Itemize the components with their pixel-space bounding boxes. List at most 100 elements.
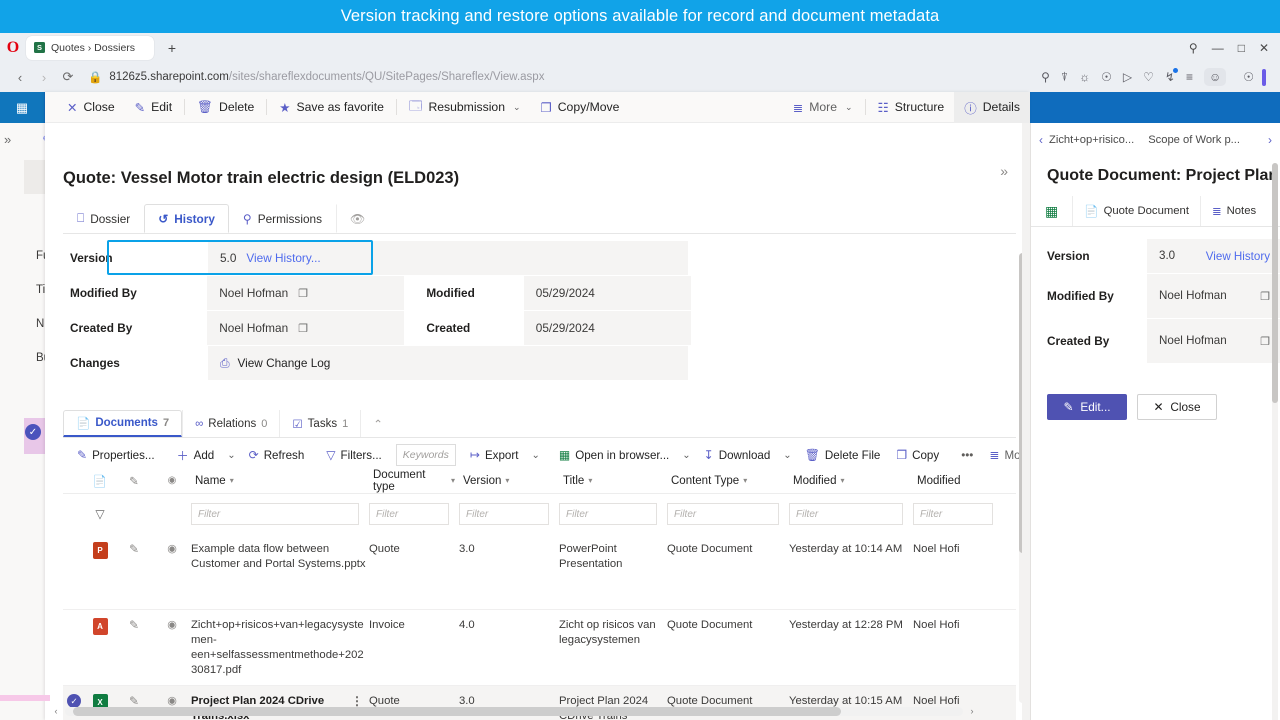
tab-history[interactable]: ↺ History bbox=[144, 204, 229, 233]
copy-icon[interactable]: ❐ bbox=[298, 322, 308, 335]
filter-input-title[interactable]: Filter bbox=[559, 503, 657, 525]
scroll-right-arrow-icon[interactable]: › bbox=[966, 706, 978, 716]
copy-icon[interactable]: ❐ bbox=[1260, 335, 1270, 348]
row-name[interactable]: Example data flow between Customer and P… bbox=[191, 542, 369, 572]
tab-hidden[interactable]: 👁 bbox=[335, 204, 379, 233]
pencil-icon[interactable]: ✎ bbox=[129, 542, 139, 556]
browser-tab[interactable]: S Quotes › Dossiers bbox=[26, 35, 154, 60]
previous-item-label[interactable]: Zicht+op+risico... bbox=[1049, 134, 1134, 146]
more-button[interactable]: ≣ More ⌄ bbox=[783, 92, 863, 123]
table-horizontal-scrollbar[interactable]: ‹ › bbox=[50, 704, 978, 718]
export-button[interactable]: ↦ Export bbox=[462, 442, 527, 468]
address-bar[interactable]: 🔒 8126z5.sharepoint.com/sites/shareflexd… bbox=[80, 66, 1041, 88]
tab-dossier[interactable]: ⎕ Dossier bbox=[63, 204, 144, 233]
reload-button[interactable]: ⟳ bbox=[56, 65, 80, 89]
delete-button[interactable]: 🗑 Delete bbox=[187, 92, 264, 123]
back-button[interactable]: ‹ bbox=[8, 65, 32, 89]
tab-tasks[interactable]: ☑ Tasks 1 bbox=[279, 410, 360, 437]
copy-icon[interactable]: ❐ bbox=[298, 287, 308, 300]
forward-button[interactable]: › bbox=[32, 65, 56, 89]
open-in-browser-chevron-icon[interactable]: ⌄ bbox=[677, 442, 695, 468]
download-button[interactable]: ↧ Download bbox=[696, 442, 779, 468]
heart-icon[interactable]: ♡ bbox=[1143, 70, 1154, 84]
eye-icon[interactable]: ◉ bbox=[167, 542, 177, 555]
maximize-button[interactable]: □ bbox=[1238, 41, 1245, 55]
refresh-button[interactable]: ⟳ Refresh bbox=[241, 442, 313, 468]
close-button[interactable]: ✕ Close bbox=[57, 92, 125, 123]
next-item-icon[interactable]: › bbox=[1268, 133, 1272, 147]
overflow-button[interactable]: ••• bbox=[953, 442, 981, 468]
export-dropdown-chevron-icon[interactable]: ⌄ bbox=[526, 442, 544, 468]
shield-icon[interactable]: ☉ bbox=[1101, 70, 1112, 84]
col-name[interactable]: Name ▾ bbox=[191, 467, 369, 495]
filter-input-version[interactable]: Filter bbox=[459, 503, 549, 525]
previous-item-icon[interactable]: ‹ bbox=[1039, 133, 1043, 147]
download-chevron-icon[interactable]: ⌄ bbox=[778, 442, 796, 468]
col-content-type[interactable]: Content Type ▾ bbox=[667, 467, 789, 495]
row-edit-cell[interactable]: ✎ bbox=[115, 542, 153, 556]
tab-relations[interactable]: ∞ Relations 0 bbox=[182, 410, 279, 437]
details-edit-button[interactable]: ✎ Edit... bbox=[1047, 394, 1127, 420]
details-vertical-scrollbar[interactable] bbox=[1272, 163, 1278, 720]
col-document-type[interactable]: Document type ▾ bbox=[369, 461, 459, 501]
tab-permissions[interactable]: ⚲ Permissions bbox=[229, 204, 336, 233]
details-close-button[interactable]: ✕ Close bbox=[1137, 394, 1217, 420]
next-item-label[interactable]: Scope of Work p... bbox=[1148, 134, 1240, 146]
row-preview-cell[interactable]: ◉ bbox=[153, 542, 191, 555]
filter-input-modified[interactable]: Filter bbox=[789, 503, 903, 525]
filter-input-content-type[interactable]: Filter bbox=[667, 503, 779, 525]
waffle-icon[interactable]: ▦ bbox=[0, 92, 44, 123]
row-name[interactable]: Zicht+op+risicos+van+legacysystemen-een+… bbox=[191, 618, 369, 678]
row-edit-cell[interactable]: ✎ bbox=[115, 618, 153, 632]
open-in-browser-button[interactable]: ▦ Open in browser... bbox=[551, 442, 677, 468]
collapse-section-button[interactable]: ⌃ bbox=[360, 410, 395, 437]
downloads-icon[interactable]: ↯ bbox=[1165, 68, 1179, 84]
new-tab-button[interactable]: + bbox=[162, 38, 182, 58]
table-row[interactable]: A ✎ ◉ Zicht+op+risicos+van+legacysysteme… bbox=[63, 610, 1016, 686]
filter-input-document-type[interactable]: Filter bbox=[369, 503, 449, 525]
minimize-button[interactable]: — bbox=[1212, 41, 1224, 55]
details-tab-notes[interactable]: ≣ Notes bbox=[1199, 196, 1267, 226]
scroll-left-arrow-icon[interactable]: ‹ bbox=[50, 706, 62, 716]
scroll-track[interactable] bbox=[65, 706, 963, 716]
snapshot-icon[interactable]: ⍒ bbox=[1061, 70, 1068, 85]
pencil-icon[interactable]: ✎ bbox=[129, 618, 139, 632]
copy-button[interactable]: ❐ Copy bbox=[888, 442, 947, 468]
profile-icon[interactable]: ☺ bbox=[1203, 68, 1227, 86]
expand-panel-icon[interactable]: » bbox=[1000, 163, 1008, 179]
filter-input-modified-by[interactable]: Filter bbox=[913, 503, 993, 525]
zoom-search-icon[interactable]: ⚲ bbox=[1041, 70, 1050, 84]
funnel-icon[interactable]: ▽ bbox=[95, 507, 104, 521]
table-row[interactable]: P ✎ ◉ Example data flow between Customer… bbox=[63, 534, 1016, 610]
col-modified-by[interactable]: Modified bbox=[913, 467, 1003, 495]
add-dropdown-chevron-icon[interactable]: ⌄ bbox=[222, 442, 240, 468]
copy-icon[interactable]: ❐ bbox=[1260, 290, 1270, 303]
details-button[interactable]: ⓘ Details bbox=[954, 92, 1030, 123]
eye-icon[interactable]: ◉ bbox=[167, 618, 177, 631]
row-preview-cell[interactable]: ◉ bbox=[153, 618, 191, 631]
save-as-favorite-button[interactable]: ★ Save as favorite bbox=[269, 92, 394, 123]
details-tab-file[interactable]: ▦ bbox=[1031, 196, 1072, 226]
structure-button[interactable]: ☷ Structure bbox=[868, 92, 955, 123]
camera-icon[interactable]: ☼ bbox=[1079, 70, 1090, 84]
expand-sidebar-icon[interactable]: » bbox=[4, 132, 11, 147]
browser-search-icon[interactable]: ⚲ bbox=[1189, 41, 1198, 55]
col-version[interactable]: Version ▾ bbox=[459, 467, 559, 495]
filter-toggle-cell[interactable]: ▽ bbox=[85, 507, 115, 521]
scroll-thumb[interactable] bbox=[73, 706, 841, 716]
properties-button[interactable]: ✎ Properties... bbox=[69, 442, 163, 468]
opera-sidebar-icon[interactable]: ☉ bbox=[1243, 70, 1254, 84]
col-title[interactable]: Title ▾ bbox=[559, 467, 667, 495]
delete-file-button[interactable]: 🗑 Delete File bbox=[797, 442, 889, 468]
details-tab-quote-document[interactable]: 📄 Quote Document bbox=[1072, 196, 1200, 226]
close-window-button[interactable]: ✕ bbox=[1259, 41, 1269, 55]
edit-button[interactable]: ✎ Edit bbox=[125, 92, 183, 123]
copy-move-button[interactable]: ❐ Copy/Move bbox=[531, 92, 630, 123]
chevron-down-icon[interactable]: ⌄ bbox=[845, 102, 853, 113]
view-history-link[interactable]: View History... bbox=[246, 251, 320, 265]
details-view-history-link[interactable]: View History bbox=[1206, 250, 1270, 263]
view-change-log-link[interactable]: ⎙ View Change Log bbox=[220, 356, 330, 371]
resubmission-button[interactable]: 🗔 Resubmission ⌄ bbox=[399, 92, 531, 123]
chevron-down-icon[interactable]: ⌄ bbox=[513, 102, 521, 113]
scroll-thumb[interactable] bbox=[1272, 163, 1278, 403]
